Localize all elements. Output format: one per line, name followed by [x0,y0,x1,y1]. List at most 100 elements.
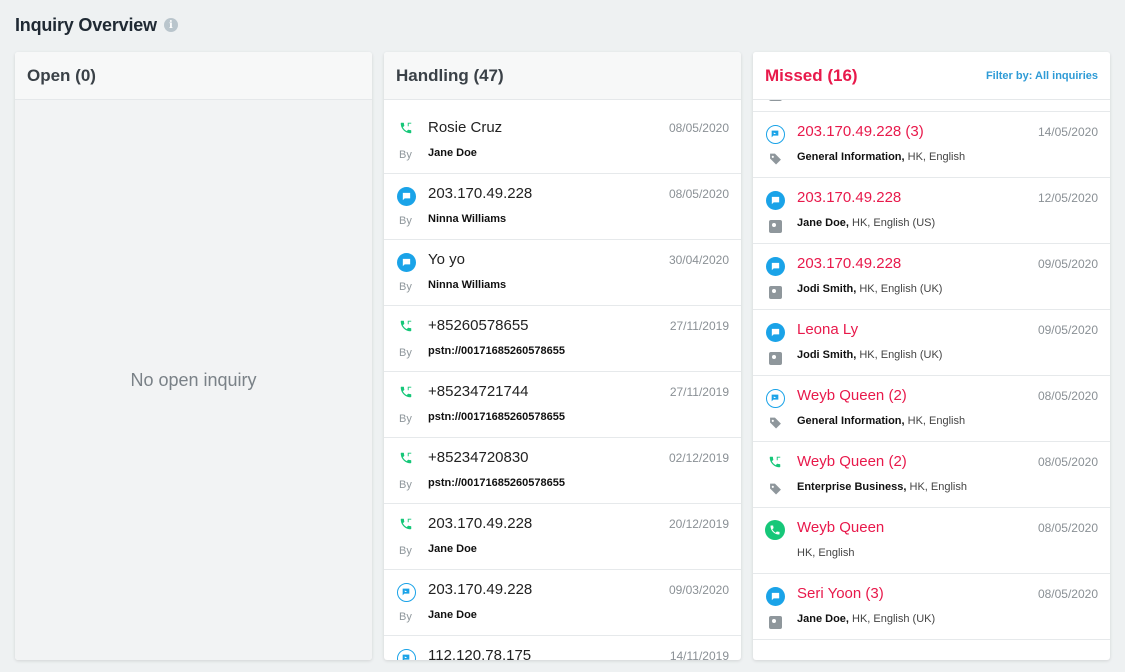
missed-item[interactable]: Weyb Queen (2) 08/05/2020 Enterprise Busin… [753,442,1110,508]
handling-item[interactable]: +85260578655 27/11/2019 By pstn://001716852… [384,306,741,372]
page-header: Inquiry Overview i [15,13,178,37]
filter-dropdown[interactable]: Filter by: All inquiries [986,70,1098,82]
detail-secondary: HK, English (UK) [856,349,943,361]
missed-item[interactable]: 203.170.49.228 09/05/2020 Jodi Smith, HK, … [753,244,1110,310]
by-label: By [399,413,412,425]
inquiry-date: 02/12/2019 [668,451,729,465]
detail-icon-wrap [768,351,782,365]
agent-name: Ninna Williams [428,279,507,291]
handling-item[interactable]: Rosie Cruz 08/05/2020 By Jane Doe [384,108,741,174]
handling-item[interactable]: 203.170.49.228 08/05/2020 By Ninna Williams [384,174,741,240]
missed-item[interactable]: 203.170.49.228 (3) 14/05/2020 General Info… [753,112,1110,178]
inquiry-name: 203.170.49.228 [428,581,533,598]
detail-secondary: HK, English (UK) [848,613,936,625]
contact-card-icon [768,219,782,233]
contact-card-icon [768,100,782,101]
missed-panel: Missed (16) Filter by: All inquiries Jan… [753,52,1110,660]
handling-item[interactable]: +85234721744 27/11/2019 By pstn://001716852… [384,372,741,438]
missed-list[interactable]: Jane Doe, HK, English (UK)203.170.49.228… [753,100,1110,660]
open-panel-title: Open (0) [27,65,96,85]
channel-icon-wrap [396,120,416,140]
tag-icon [769,416,782,432]
agent-name: Jane Doe [428,609,477,621]
inquiry-date: 27/11/2019 [669,385,729,399]
detail-secondary: HK, English [904,415,966,427]
channel-icon-wrap [765,388,785,408]
handling-item[interactable]: Yo yo 30/04/2020 By Ninna Williams [384,240,741,306]
by-label: By [399,281,412,293]
inquiry-date: 27/11/2019 [669,319,729,333]
page-title: Inquiry Overview [15,14,157,35]
handling-panel: Handling (47) Rosie Cruz 08/05/2020 By Jane… [384,52,741,660]
channel-icon-wrap [765,454,785,474]
inquiry-name: 203.170.49.228 [428,515,533,532]
detail-primary: Jodi Smith, [797,283,857,295]
handling-item[interactable]: 112.120.78.17514/11/2019By [384,636,741,660]
channel-icon-wrap [765,520,785,540]
inquiry-detail: Jane Doe, HK, English (US) [797,217,935,229]
channel-icon-wrap [396,516,416,536]
open-panel-header: Open (0) [15,52,372,100]
detail-icon-wrap [768,285,782,299]
inquiry-name: Weyb Queen (2) [797,453,907,470]
info-icon[interactable]: i [163,18,178,32]
channel-icon-wrap [765,256,785,276]
handling-item[interactable]: +85234720830 02/12/2019 By pstn://001716852… [384,438,741,504]
inquiry-detail: Jodi Smith, HK, English (UK) [797,283,942,295]
detail-primary: Jane Doe, [797,613,849,625]
detail-primary: General Information, [797,415,905,427]
channel-icon-wrap [396,582,416,602]
inquiry-name: 203.170.49.228 [797,255,902,272]
call-solid-icon [765,520,785,540]
channel-icon-wrap [765,322,785,342]
inquiry-date: 14/11/2019 [669,649,729,660]
missed-item[interactable]: 203.170.49.228 12/05/2020 Jane Doe, HK, En… [753,178,1110,244]
contact-card-icon [768,351,782,365]
detail-primary: Jodi Smith, [797,349,857,361]
handling-item[interactable]: 203.170.49.228 20/12/2019 By Jane Doe [384,504,741,570]
handling-list[interactable]: Rosie Cruz 08/05/2020 By Jane Doe 203.170.49… [384,100,741,660]
phone-icon [768,455,782,474]
inquiry-name: 203.170.49.228 [428,185,533,202]
open-panel: Open (0) No open inquiry [15,52,372,660]
detail-icon-wrap [768,417,782,431]
agent-name: pstn://00171685260578655 [428,477,565,489]
missed-item[interactable]: Weyb Queen 08/05/2020 HK, English [753,508,1110,574]
missed-item[interactable]: Leona Ly 09/05/2020 Jodi Smith, HK, Englis… [753,310,1110,376]
channel-icon-wrap [765,124,785,144]
channel-icon-wrap [765,586,785,606]
chat-outline-icon [396,582,416,602]
missed-item[interactable]: Weyb Queen (2) 08/05/2020 General Informat… [753,376,1110,442]
missed-item[interactable]: Jane Doe, HK, English (UK) [753,100,1110,112]
missed-item[interactable]: Seri Yoon (3) 08/05/2020 Jane Doe, HK, Eng… [753,574,1110,640]
inquiry-detail: Jodi Smith, HK, English (UK) [797,349,942,361]
by-label: By [399,215,412,227]
inquiry-detail: HK, English [797,547,854,559]
detail-icon-wrap [768,483,782,497]
inquiry-date: 14/05/2020 [1037,125,1098,139]
missed-panel-title: Missed (16) [765,65,858,85]
channel-icon-wrap [396,318,416,338]
inquiry-date: 08/05/2020 [1037,455,1098,469]
inquiry-name: +85234721744 [428,383,529,400]
tag-icon [769,152,782,168]
agent-name: Ninna Williams [428,213,507,225]
inquiry-date: 09/05/2020 [1037,323,1098,337]
chat-icon [396,252,416,272]
chat-outline-icon [765,388,785,408]
tag-icon [769,482,782,498]
chat-outline-icon [765,124,785,144]
detail-primary: General Information, [797,151,905,163]
detail-icon-wrap [768,219,782,233]
contact-card-icon [768,285,782,299]
inquiry-date: 30/04/2020 [668,253,729,267]
handling-item[interactable]: 203.170.49.228 09/03/2020 By Jane Doe [384,570,741,636]
by-label: By [399,545,412,557]
inquiry-name: Leona Ly [797,321,859,338]
agent-name: Jane Doe [428,147,477,159]
inquiry-date: 08/05/2020 [668,121,729,135]
agent-name: Jane Doe [428,543,477,555]
channel-icon-wrap [396,450,416,470]
detail-secondary: HK, English (US) [848,217,936,229]
by-label: By [399,149,412,161]
